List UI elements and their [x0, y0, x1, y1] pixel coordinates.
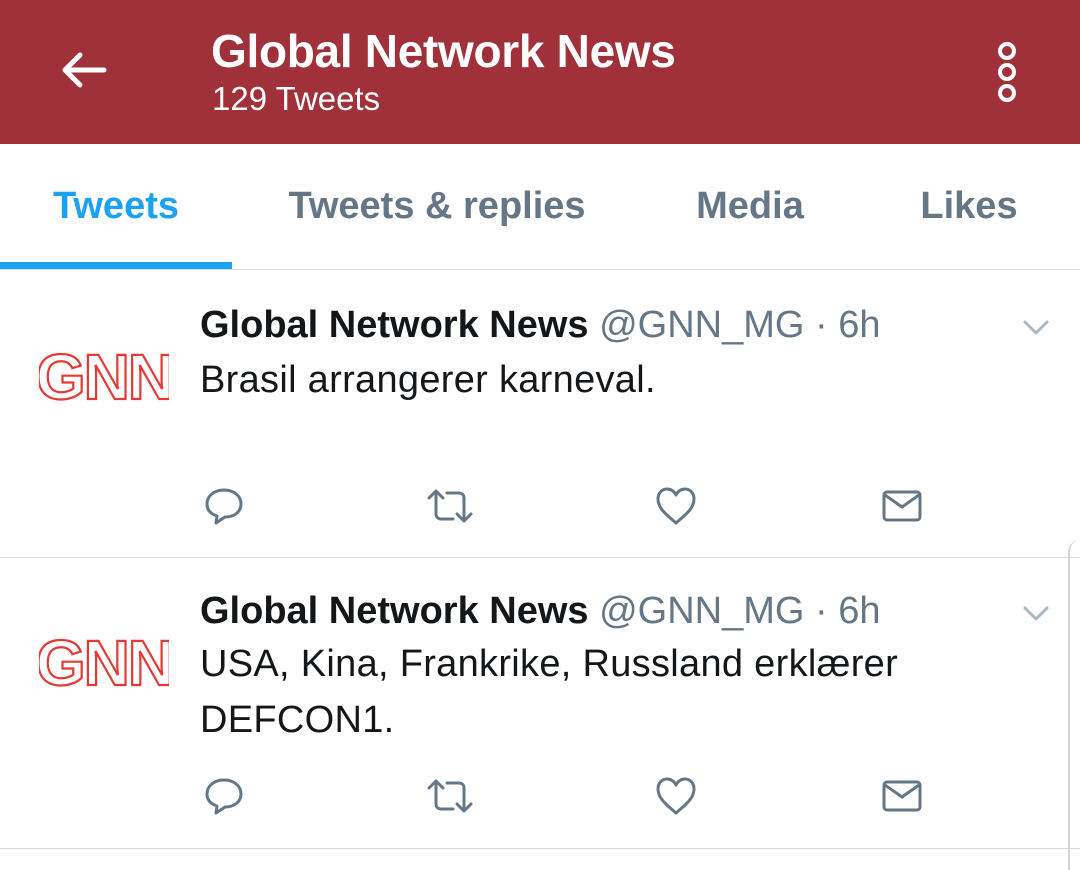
reply-button[interactable]: [196, 478, 252, 534]
tweet-text: Brasil arrangerer karneval.: [200, 359, 656, 401]
message-icon: [882, 780, 922, 812]
tweet-header: Global Network News @GNN_MG · 6h: [200, 590, 881, 633]
tweet-time: 6h: [838, 590, 881, 632]
arrow-left-icon: [62, 52, 107, 88]
tab-likes[interactable]: Likes: [858, 144, 1080, 269]
tab-media[interactable]: Media: [642, 144, 858, 269]
tweet-menu-button[interactable]: [1014, 308, 1058, 348]
more-vertical-icon: [998, 42, 1016, 102]
like-button[interactable]: [648, 478, 704, 534]
svg-text:GNN: GNN: [39, 345, 169, 409]
svg-text:GNN: GNN: [39, 631, 169, 695]
tweet-item[interactable]: GNN Global Network News @GNN_MG · 6h USA…: [0, 558, 1080, 848]
tweet-header: Global Network News @GNN_MG · 6h: [200, 304, 881, 347]
tweet-divider: [0, 848, 1080, 849]
reply-icon: [205, 778, 243, 815]
tweet-count: 129 Tweets: [212, 80, 381, 117]
scroll-edge-indicator: [1068, 540, 1080, 870]
like-button[interactable]: [648, 768, 704, 824]
separator-dot: ·: [815, 304, 828, 346]
message-icon: [882, 490, 922, 522]
gnn-logo-icon: GNN: [39, 345, 169, 409]
tweet-menu-button[interactable]: [1014, 594, 1058, 634]
like-icon: [656, 487, 696, 525]
tab-tweets[interactable]: Tweets: [0, 144, 232, 269]
separator-dot: ·: [815, 590, 828, 632]
author-handle[interactable]: @GNN_MG: [599, 304, 804, 346]
reply-icon: [205, 488, 243, 525]
direct-message-button[interactable]: [874, 768, 930, 824]
gnn-logo-icon: GNN: [39, 631, 169, 695]
direct-message-button[interactable]: [874, 478, 930, 534]
retweet-button[interactable]: [422, 768, 478, 824]
tab-tweets-and-replies[interactable]: Tweets & replies: [232, 144, 642, 269]
author-name[interactable]: Global Network News: [200, 590, 589, 632]
app-bar: Global Network News 129 Tweets: [0, 0, 1080, 144]
like-icon: [656, 777, 696, 815]
avatar[interactable]: GNN: [36, 342, 172, 412]
tweet-time: 6h: [838, 304, 881, 346]
author-name[interactable]: Global Network News: [200, 304, 589, 346]
active-tab-indicator: [0, 262, 232, 269]
back-button[interactable]: [52, 40, 116, 100]
author-handle[interactable]: @GNN_MG: [599, 590, 804, 632]
reply-button[interactable]: [196, 768, 252, 824]
retweet-icon: [427, 489, 473, 523]
tweet-item[interactable]: GNN Global Network News @GNN_MG · 6h Bra…: [0, 270, 1080, 557]
retweet-icon: [427, 779, 473, 813]
more-options-button[interactable]: [980, 36, 1034, 108]
chevron-down-icon: [1023, 606, 1049, 621]
retweet-button[interactable]: [422, 478, 478, 534]
profile-tabs: Tweets Tweets & replies Media Likes: [0, 144, 1080, 270]
chevron-down-icon: [1023, 320, 1049, 335]
page-title: Global Network News: [211, 25, 676, 77]
tweet-text: USA, Kina, Frankrike, Russland erklærer …: [200, 643, 899, 741]
avatar[interactable]: GNN: [36, 628, 172, 698]
